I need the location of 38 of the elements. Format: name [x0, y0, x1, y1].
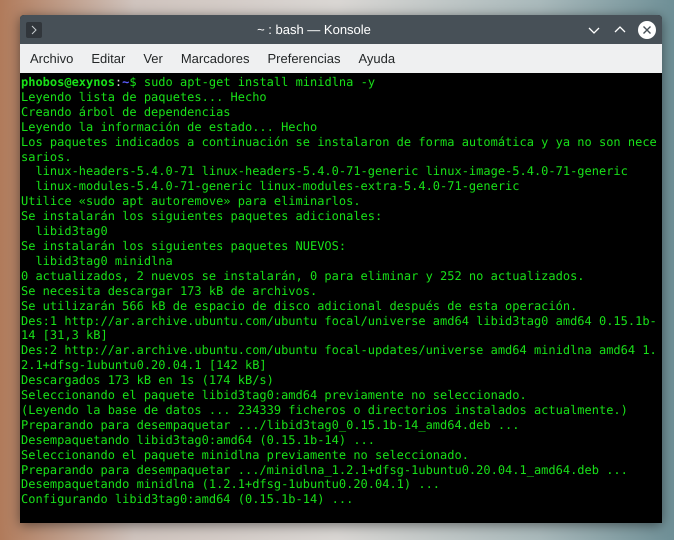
output-line: Des:1 http://ar.archive.ubuntu.com/ubuntu focal/universe amd64 libid3tag0 amd64 0.15.1b- — [21, 314, 657, 328]
menu-item[interactable]: Archivo — [22, 48, 82, 68]
output-line: Se utilizarán 566 kB de espacio de disco adicional después de esta operación. — [21, 298, 578, 314]
output-line: Los paquetes indicados a continuación se instalaron de forma automática y ya no son nece — [21, 134, 657, 150]
output-line: sarios. — [21, 150, 73, 164]
menu-item[interactable]: Editar — [83, 48, 134, 68]
output-line: Desempaquetando minidlna (1.2.1+dfsg-1ubuntu0.20.04.1) ... — [21, 477, 442, 492]
output-line: Leyendo la información de estado... Hecho — [21, 120, 318, 135]
window-title: ~ : bash — Konsole — [256, 20, 372, 39]
output-line: linux-headers-5.4.0-71 linux-headers-5.4.0-71-generic linux-image-5.4.0-71-generic — [34, 164, 629, 180]
terminal-icon[interactable] — [26, 22, 42, 38]
output-line: 0 actualizados, 2 nuevos se instalarán, 0 para eliminar y 252 no actualizados. — [21, 268, 586, 284]
output-line: Se instalarán los siguientes paquetes adicionales: — [21, 209, 384, 224]
output-line: libid3tag0 — [34, 224, 109, 239]
menu-item[interactable]: Ver — [135, 48, 171, 68]
output-line: Desempaquetando libid3tag0:amd64 (0.15.1b-14) ... — [21, 432, 376, 448]
menu-item[interactable]: Marcadores — [172, 48, 258, 68]
output-line: Se instalarán los siguientes paquetes NUEVOS: — [21, 238, 348, 254]
output-line: Preparando para desempaquetar .../minidlna_1.2.1+dfsg-1ubuntu0.20.04.1_amd64.deb ... — [21, 462, 629, 478]
output-line: Seleccionando el paquete minidlna previamente no seleccionado. — [21, 448, 470, 463]
output-line: Creando árbol de dependencias — [21, 104, 232, 120]
output-line: libid3tag0 minidlna — [34, 254, 174, 269]
output-line: Descargados 173 kB en 1s (174 kB/s) — [21, 373, 275, 388]
output-line: Preparando para desempaquetar .../libid3tag0_0.15.1b-14_amd64.deb ... — [21, 418, 520, 433]
output-line: Seleccionando el paquete libid3tag0:amd64 previamente no seleccionado. — [21, 388, 528, 403]
output-line: 14 [31,3 kB] — [21, 328, 109, 344]
output-line: Configurando libid3tag0:amd64 (0.15.1b-14) ... — [21, 492, 354, 508]
output-line: Utilice «sudo apt autoremove» para eliminarlos. — [21, 194, 362, 210]
close-icon[interactable] — [638, 20, 656, 38]
output-line: Leyendo lista de paquetes... Hecho — [21, 90, 268, 105]
menu-item[interactable]: Preferencias — [259, 48, 348, 68]
prompt-line: phobos@exynos:~$ sudo apt-get install minidlna -y — [21, 75, 376, 90]
menu-item[interactable]: Ayuda — [350, 48, 404, 68]
output-line: Des:2 http://ar.archive.ubuntu.com/ubuntu focal-updates/universe amd64 minidlna amd64 1. — [21, 343, 657, 358]
output-line: (Leyendo la base de datos ... 234339 ficheros o directorios instalados actualmente.) — [21, 402, 629, 418]
output-line: Se necesita descargar 173 kB de archivos. — [21, 284, 318, 299]
output-line: linux-modules-5.4.0-71-generic linux-modules-extra-5.4.0-71-generic — [34, 179, 520, 194]
output-line: 2.1+dfsg-1ubuntu0.20.04.1 [142 kB] — [21, 358, 268, 374]
